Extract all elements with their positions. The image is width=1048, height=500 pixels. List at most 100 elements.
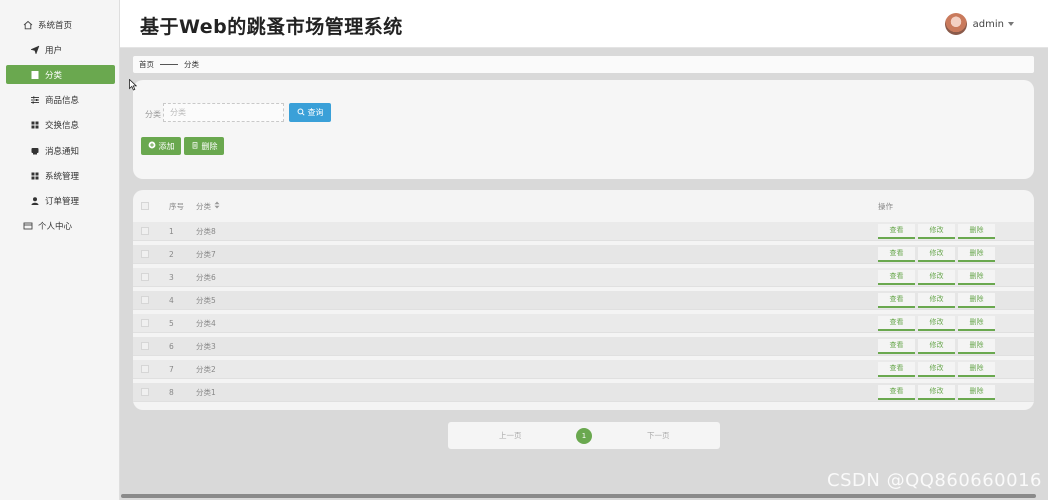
sidebar-item-notifications[interactable]: 消息通知 bbox=[6, 141, 115, 160]
view-button[interactable]: 查看 bbox=[878, 361, 915, 377]
header: 基于Web的跳蚤市场管理系统 admin bbox=[120, 0, 1048, 48]
watermark: CSDN @QQ860660016 bbox=[827, 470, 1042, 491]
person-icon bbox=[30, 196, 40, 206]
chevron-down-icon bbox=[1008, 22, 1014, 26]
add-button-label: 添加 bbox=[158, 141, 175, 151]
pagination: 上一页 1 下一页 bbox=[448, 422, 720, 449]
sidebar-item-goods[interactable]: 商品信息 bbox=[6, 90, 115, 109]
view-button[interactable]: 查看 bbox=[878, 384, 915, 400]
row-checkbox[interactable] bbox=[141, 296, 149, 304]
select-all-checkbox[interactable] bbox=[141, 202, 149, 210]
row-checkbox[interactable] bbox=[141, 388, 149, 396]
sidebar-item-users[interactable]: 用户 bbox=[6, 40, 115, 59]
view-button[interactable]: 查看 bbox=[878, 315, 915, 331]
current-page[interactable]: 1 bbox=[576, 428, 592, 444]
search-icon bbox=[297, 108, 305, 118]
row-index: 4 bbox=[169, 295, 174, 305]
sidebar-item-label: 消息通知 bbox=[45, 146, 80, 157]
prev-page-button[interactable]: 上一页 bbox=[499, 430, 522, 441]
grid-icon bbox=[30, 120, 40, 130]
search-input[interactable] bbox=[163, 103, 284, 122]
delete-button[interactable]: 删除 bbox=[958, 361, 995, 377]
delete-button[interactable]: 删除 bbox=[958, 292, 995, 308]
edit-button[interactable]: 修改 bbox=[918, 384, 955, 400]
sidebar-item-label: 系统首页 bbox=[38, 20, 73, 31]
batch-delete-button[interactable]: 删除 bbox=[184, 137, 224, 155]
page-title: 基于Web的跳蚤市场管理系统 bbox=[140, 16, 403, 38]
delete-button[interactable]: 删除 bbox=[958, 246, 995, 262]
horizontal-scrollbar[interactable] bbox=[121, 494, 1036, 498]
document-icon bbox=[30, 70, 40, 80]
edit-button[interactable]: 修改 bbox=[918, 292, 955, 308]
row-checkbox[interactable] bbox=[141, 227, 149, 235]
view-button[interactable]: 查看 bbox=[878, 338, 915, 354]
edit-button[interactable]: 修改 bbox=[918, 338, 955, 354]
inbox-icon bbox=[30, 146, 40, 156]
next-page-button[interactable]: 下一页 bbox=[647, 430, 670, 441]
row-category: 分类2 bbox=[196, 364, 216, 374]
sidebar-item-system[interactable]: 系统管理 bbox=[6, 166, 115, 185]
row-category: 分类6 bbox=[196, 272, 216, 282]
view-button[interactable]: 查看 bbox=[878, 292, 915, 308]
edit-button[interactable]: 修改 bbox=[918, 361, 955, 377]
add-button[interactable]: 添加 bbox=[141, 137, 181, 155]
edit-button[interactable]: 修改 bbox=[918, 246, 955, 262]
header-category[interactable]: 分类 bbox=[196, 201, 220, 212]
delete-button[interactable]: 删除 bbox=[958, 269, 995, 285]
row-category: 分类4 bbox=[196, 318, 216, 328]
header-category-label: 分类 bbox=[196, 201, 211, 211]
table-header: 序号 分类 操作 bbox=[133, 190, 1034, 222]
sidebar-item-label: 商品信息 bbox=[45, 95, 80, 106]
plus-circle-icon bbox=[148, 141, 156, 151]
delete-button-label: 删除 bbox=[201, 141, 218, 151]
row-category: 分类5 bbox=[196, 295, 216, 305]
row-index: 3 bbox=[169, 272, 174, 282]
delete-button[interactable]: 删除 bbox=[958, 338, 995, 354]
sidebar-item-category[interactable]: 分类 bbox=[6, 65, 115, 84]
row-checkbox[interactable] bbox=[141, 319, 149, 327]
edit-button[interactable]: 修改 bbox=[918, 269, 955, 285]
delete-button[interactable]: 删除 bbox=[958, 384, 995, 400]
mouse-cursor-icon bbox=[129, 78, 138, 94]
sidebar-item-label: 交换信息 bbox=[45, 120, 80, 131]
sidebar-item-exchange[interactable]: 交换信息 bbox=[6, 115, 115, 134]
table-row: 2 分类7 查看 修改 删除 bbox=[133, 245, 1034, 264]
query-button-label: 查询 bbox=[307, 108, 324, 117]
sidebar-item-label: 个人中心 bbox=[38, 221, 73, 232]
view-button[interactable]: 查看 bbox=[878, 223, 915, 239]
card-icon bbox=[23, 221, 33, 231]
edit-button[interactable]: 修改 bbox=[918, 315, 955, 331]
row-checkbox[interactable] bbox=[141, 365, 149, 373]
trash-icon bbox=[191, 141, 199, 151]
row-checkbox[interactable] bbox=[141, 273, 149, 281]
row-index: 6 bbox=[169, 341, 174, 351]
search-label: 分类 bbox=[145, 110, 161, 119]
row-category: 分类3 bbox=[196, 341, 216, 351]
sidebar-item-profile[interactable]: 个人中心 bbox=[6, 216, 115, 235]
sidebar-item-label: 系统管理 bbox=[45, 171, 80, 182]
sidebar-item-orders[interactable]: 订单管理 bbox=[6, 191, 115, 210]
view-button[interactable]: 查看 bbox=[878, 246, 915, 262]
view-button[interactable]: 查看 bbox=[878, 269, 915, 285]
header-index: 序号 bbox=[169, 201, 184, 211]
row-index: 8 bbox=[169, 387, 174, 397]
table-row: 6 分类3 查看 修改 删除 bbox=[133, 337, 1034, 356]
edit-button[interactable]: 修改 bbox=[918, 223, 955, 239]
row-category: 分类7 bbox=[196, 249, 216, 259]
breadcrumb-separator bbox=[160, 64, 178, 65]
row-checkbox[interactable] bbox=[141, 250, 149, 258]
sidebar-item-label: 订单管理 bbox=[45, 196, 80, 207]
sidebar-item-home[interactable]: 系统首页 bbox=[6, 15, 115, 34]
row-category: 分类1 bbox=[196, 387, 216, 397]
row-checkbox[interactable] bbox=[141, 342, 149, 350]
query-button[interactable]: 查询 bbox=[289, 103, 331, 122]
delete-button[interactable]: 删除 bbox=[958, 223, 995, 239]
delete-button[interactable]: 删除 bbox=[958, 315, 995, 331]
user-menu[interactable]: admin bbox=[944, 13, 1014, 35]
home-icon bbox=[23, 20, 33, 30]
table-row: 1 分类8 查看 修改 删除 bbox=[133, 222, 1034, 241]
grid-icon bbox=[30, 171, 40, 181]
table-row: 3 分类6 查看 修改 删除 bbox=[133, 268, 1034, 287]
category-table: 序号 分类 操作 1 分类8 查看 修改 删除 2 分类7 查看 修改 删除 3 分类6 查看 修改 删除 4… bbox=[133, 190, 1034, 410]
breadcrumb-home[interactable]: 首页 bbox=[139, 59, 154, 70]
